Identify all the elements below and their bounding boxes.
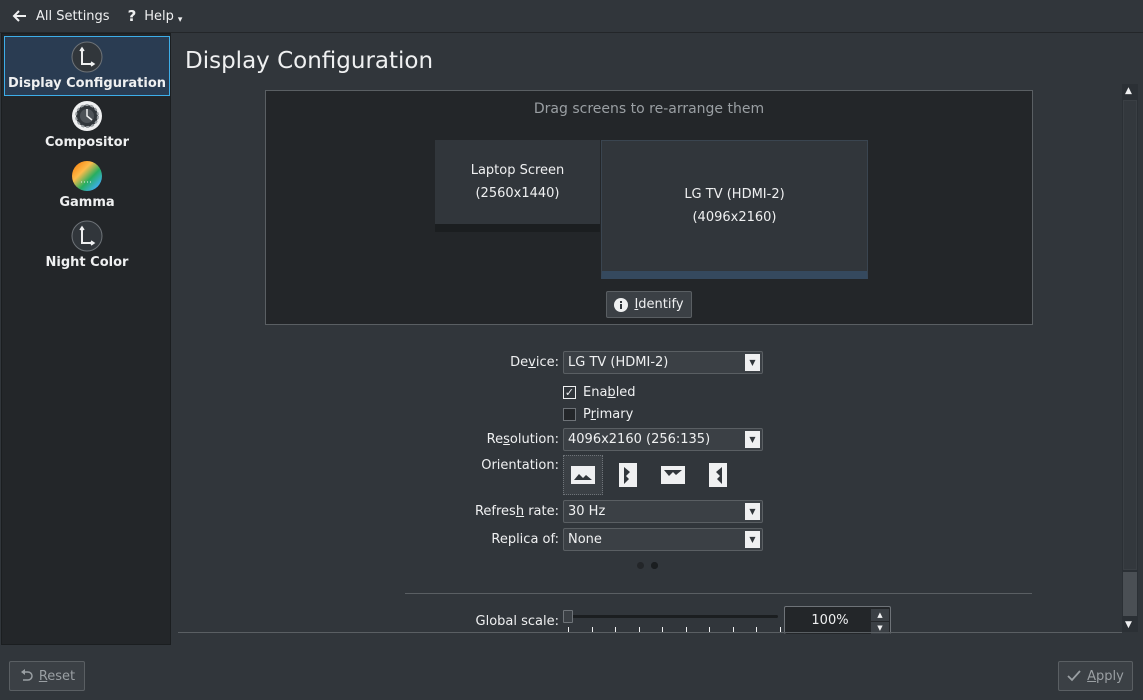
page-dot-active[interactable]: [651, 562, 658, 569]
orientation-landscape-button[interactable]: [563, 455, 603, 495]
resolution-label: Resolution:: [486, 432, 559, 447]
chevron-down-icon: ▼: [745, 354, 760, 371]
slider-groove: [569, 615, 778, 618]
primary-checkbox[interactable]: Primary: [563, 407, 633, 422]
enabled-checkbox[interactable]: ✓ Enabled: [563, 385, 636, 400]
landscape-inverted-icon: [661, 466, 685, 484]
portrait-left-icon: [619, 463, 637, 487]
scrollbar-track[interactable]: [1123, 100, 1137, 570]
page-title: Display Configuration: [185, 48, 434, 74]
help-menu-button[interactable]: ? Help ▾: [122, 0, 189, 33]
replica-of-label: Replica of:: [491, 532, 559, 547]
question-mark-icon: ?: [127, 7, 137, 25]
refresh-rate-label: Refresh rate:: [474, 504, 559, 519]
sidebar: Display Configuration Compositor Gamma N…: [1, 33, 171, 645]
sidebar-item-label: Display Configuration: [7, 76, 167, 91]
page-dot[interactable]: [637, 562, 644, 569]
sidebar-item-label: Gamma: [59, 195, 115, 210]
chevron-down-icon: ▼: [745, 431, 760, 448]
screen-laptop[interactable]: Laptop Screen (2560x1440): [435, 140, 600, 232]
all-settings-button[interactable]: All Settings: [6, 0, 116, 33]
portrait-right-icon: [709, 463, 727, 487]
identify-button[interactable]: Identify: [606, 291, 692, 318]
chevron-down-icon: ▾: [177, 15, 183, 25]
orientation-left-button[interactable]: [608, 455, 648, 495]
back-arrow-icon: [12, 10, 26, 22]
orientation-inverted-button[interactable]: [653, 455, 693, 495]
refresh-rate-value: 30 Hz: [568, 504, 606, 519]
device-value: LG TV (HDMI-2): [568, 355, 669, 370]
sidebar-item-gamma[interactable]: Gamma: [4, 156, 170, 216]
orientation-label: Orientation:: [481, 458, 559, 473]
all-settings-label: All Settings: [36, 8, 110, 24]
device-label: Device:: [510, 355, 559, 370]
scroll-down-icon[interactable]: ▼: [1125, 620, 1132, 630]
screen-resolution: (4096x2160): [692, 210, 777, 225]
enabled-label: Enabled: [583, 385, 636, 400]
refresh-rate-combo[interactable]: 30 Hz ▼: [563, 500, 763, 523]
undo-icon: [20, 669, 33, 681]
sidebar-item-compositor[interactable]: Compositor: [4, 96, 170, 156]
resolution-combo[interactable]: 4096x2160 (256:135) ▼: [563, 428, 763, 451]
help-label: Help: [144, 8, 174, 24]
screen-name: Laptop Screen: [470, 163, 565, 178]
sidebar-item-night-color[interactable]: Night Color: [4, 216, 170, 276]
checkmark-icon: [1067, 670, 1081, 682]
apply-label: Apply: [1087, 668, 1124, 684]
page-indicator: [637, 562, 658, 569]
replica-of-value: None: [568, 532, 602, 547]
compositor-icon: [72, 101, 102, 131]
global-scale-label: Global scale:: [475, 614, 559, 629]
screen-name: LG TV (HDMI-2): [684, 187, 785, 202]
slider-handle[interactable]: [563, 610, 573, 623]
night-color-icon: [71, 220, 103, 252]
sidebar-item-label: Compositor: [44, 135, 129, 150]
reset-label: Reset: [38, 668, 76, 684]
screen-lg-tv[interactable]: LG TV (HDMI-2) (4096x2160): [601, 140, 868, 279]
primary-label: Primary: [583, 407, 634, 422]
sidebar-item-label: Night Color: [45, 255, 129, 270]
orientation-right-button[interactable]: [698, 455, 738, 495]
screen-arrangement-area[interactable]: Drag screens to re-arrange them Laptop S…: [265, 90, 1033, 325]
resolution-value: 4096x2160 (256:135): [568, 432, 711, 447]
sidebar-item-display-configuration[interactable]: Display Configuration: [4, 36, 170, 96]
divider: [405, 593, 1032, 594]
checkbox-empty-icon: [563, 408, 576, 421]
replica-of-combo[interactable]: None ▼: [563, 528, 763, 551]
apply-button[interactable]: Apply: [1058, 661, 1133, 691]
landscape-icon: [571, 466, 595, 484]
chevron-down-icon: ▼: [745, 531, 760, 548]
gamma-icon: [72, 161, 102, 191]
global-scale-value: 100%: [811, 613, 849, 628]
spin-up-icon[interactable]: ▲: [871, 609, 889, 621]
chevron-down-icon: ▼: [745, 503, 760, 520]
identify-label: Identify: [634, 297, 684, 312]
reset-button[interactable]: Reset: [9, 661, 85, 691]
scroll-up-icon[interactable]: ▲: [1125, 86, 1132, 96]
divider: [178, 632, 1122, 633]
global-scale-slider[interactable]: [563, 610, 781, 632]
checkmark-icon: ✓: [563, 386, 576, 399]
global-scale-spinbox[interactable]: 100% ▲ ▼: [784, 606, 891, 634]
info-icon: [614, 297, 629, 312]
scrollbar-thumb[interactable]: [1123, 572, 1137, 616]
vertical-scrollbar[interactable]: ▲ ▼: [1122, 84, 1138, 632]
arrange-hint: Drag screens to re-arrange them: [533, 101, 765, 117]
device-combo[interactable]: LG TV (HDMI-2) ▼: [563, 351, 763, 374]
top-toolbar: All Settings ? Help ▾: [0, 0, 1143, 33]
display-config-icon: [71, 41, 103, 73]
screen-resolution: (2560x1440): [475, 186, 560, 201]
